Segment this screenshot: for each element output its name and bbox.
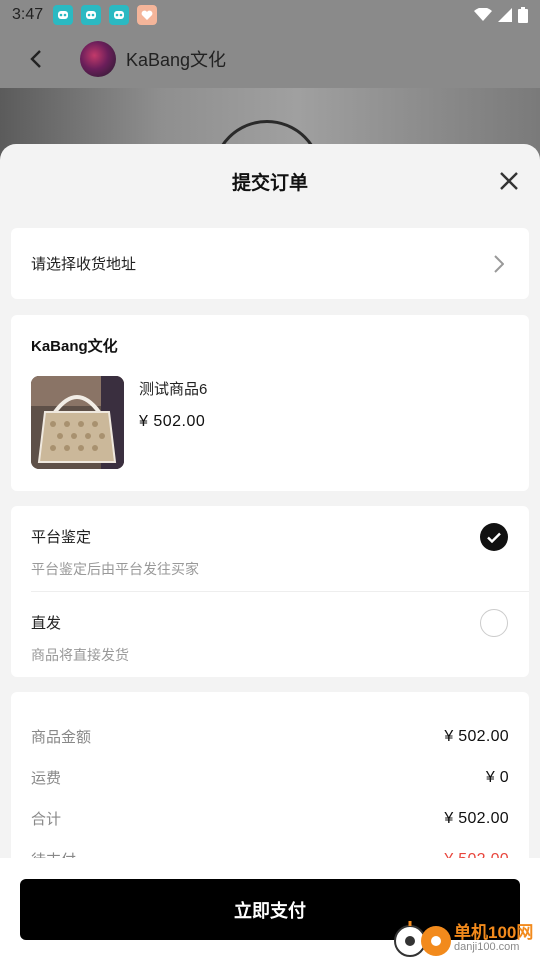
address-prompt: 请选择收货地址 (31, 256, 137, 273)
option-title: 平台鉴定 (31, 529, 92, 546)
watermark-url: danji100.com (454, 941, 520, 954)
shop-name: KaBang文化 (31, 338, 118, 355)
radio-checked-icon[interactable] (480, 523, 508, 551)
option-description: 商品将直接发货 (31, 647, 129, 663)
app-notification-icon (53, 5, 74, 25)
product-card: KaBang文化 测试商品6 ¥ 502.00 (11, 315, 529, 491)
watermark-logo (392, 919, 452, 959)
product-name: 测试商品6 (139, 381, 208, 398)
delivery-options: 平台鉴定 平台鉴定后由平台发往买家 直发 商品将直接发货 (11, 506, 529, 677)
summary-value: ¥ 0 (485, 768, 509, 786)
status-bar: 3:47 (0, 0, 540, 30)
watermark-title: 单机100网 (454, 923, 534, 943)
app-notification-icon (81, 5, 102, 25)
status-time: 3:47 (12, 6, 44, 23)
product-price: ¥ 502.00 (139, 413, 206, 430)
close-icon[interactable] (496, 168, 522, 194)
back-arrow-icon[interactable] (22, 45, 50, 73)
summary-label: 合计 (31, 811, 62, 828)
watermark: 单机100网 danji100.com (392, 918, 540, 960)
product-image (31, 376, 124, 469)
order-sheet: 提交订单 请选择收货地址 KaBang文化 测试商品6 ¥ 502.00 平台鉴… (0, 144, 540, 960)
summary-row-total: 合计 ¥ 502.00 (31, 798, 509, 839)
summary-label: 运费 (31, 770, 62, 787)
delivery-option-direct-ship[interactable]: 直发 商品将直接发货 (31, 591, 529, 676)
avatar[interactable] (80, 41, 116, 77)
delivery-option-platform-authentication[interactable]: 平台鉴定 平台鉴定后由平台发往买家 (11, 506, 529, 591)
summary-row-goods-amount: 商品金额 ¥ 502.00 (31, 716, 509, 757)
radio-unchecked-icon[interactable] (480, 609, 508, 637)
sheet-title: 提交订单 (231, 173, 308, 194)
chevron-right-icon (489, 254, 509, 274)
battery-icon (518, 7, 528, 23)
signal-icon (498, 8, 512, 22)
shop-header: KaBang文化 (0, 30, 540, 88)
summary-value: ¥ 502.00 (444, 727, 509, 745)
option-title: 直发 (31, 615, 62, 632)
wifi-icon (474, 8, 492, 21)
header-shop-name: KaBang文化 (126, 50, 227, 70)
summary-label: 商品金额 (31, 729, 92, 746)
summary-row-shipping: 运费 ¥ 0 (31, 757, 509, 798)
summary-value: ¥ 502.00 (444, 809, 509, 827)
address-selector[interactable]: 请选择收货地址 (11, 228, 529, 299)
heart-app-icon (137, 5, 158, 25)
price-summary: 商品金额 ¥ 502.00 运费 ¥ 0 合计 ¥ 502.00 待支付 ¥ 5… (11, 692, 529, 872)
option-description: 平台鉴定后由平台发往买家 (31, 561, 199, 577)
app-notification-icon (109, 5, 130, 25)
